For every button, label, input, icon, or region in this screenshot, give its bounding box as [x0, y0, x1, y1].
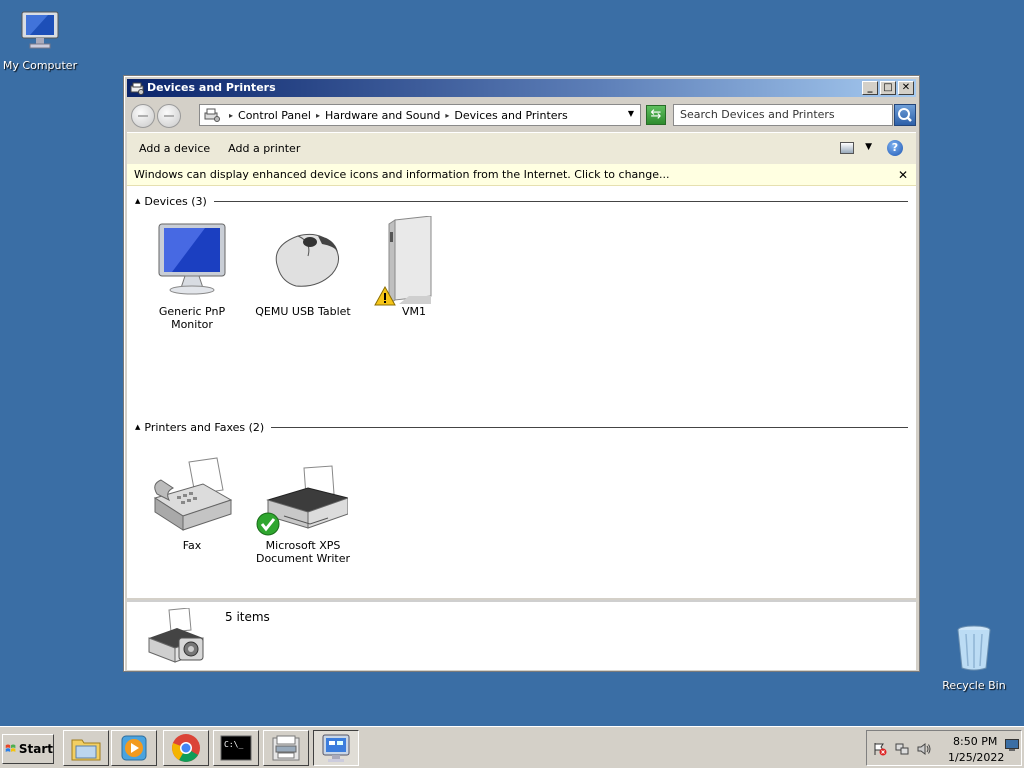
- desktop-icon-my-computer[interactable]: My Computer: [0, 10, 80, 72]
- devices-and-printers-icon: [322, 734, 350, 762]
- device-item-vm1[interactable]: VM1: [364, 215, 464, 318]
- items-view: Windows can display enhanced device icon…: [127, 164, 916, 598]
- group-header-devices[interactable]: ▲ Devices (3): [135, 194, 908, 208]
- forward-button[interactable]: [157, 104, 181, 128]
- device-name: QEMU USB Tablet: [255, 305, 351, 318]
- chevron-right-icon[interactable]: ▸: [445, 111, 449, 120]
- info-bar-text: Windows can display enhanced device icon…: [134, 168, 670, 181]
- item-count: 5 items: [225, 610, 270, 624]
- refresh-icon: ⇆: [650, 107, 662, 122]
- computer-icon: [21, 11, 59, 49]
- chevron-down-icon[interactable]: ▼: [628, 109, 634, 118]
- action-center-flag-icon[interactable]: [873, 742, 887, 756]
- desktop-icon-recycle-bin[interactable]: Recycle Bin: [934, 624, 1014, 692]
- chevron-right-icon: ▸: [229, 110, 234, 120]
- start-button[interactable]: Start: [2, 734, 54, 764]
- details-pane: 5 items: [127, 600, 916, 670]
- breadcrumb-hardware-and-sound[interactable]: Hardware and Sound: [325, 109, 440, 122]
- default-printer-check-icon: [256, 512, 280, 536]
- search-input[interactable]: Search Devices and Printers: [673, 104, 893, 126]
- network-icon[interactable]: [895, 742, 909, 756]
- command-bar: Add a device Add a printer ▼ ?: [127, 132, 916, 164]
- warning-icon: [374, 286, 396, 306]
- maximize-button[interactable]: □: [880, 81, 896, 95]
- device-name: Generic PnP Monitor: [158, 305, 226, 331]
- svg-text:C:\_: C:\_: [224, 740, 243, 749]
- info-bar[interactable]: Windows can display enhanced device icon…: [127, 164, 916, 186]
- collapse-arrow-icon[interactable]: ▲: [135, 197, 140, 205]
- window-title: Devices and Printers: [147, 81, 276, 94]
- refresh-button[interactable]: ⇆: [646, 105, 666, 125]
- command-prompt-icon: C:\_: [220, 735, 252, 761]
- windows-flag-icon: [5, 744, 16, 752]
- device-item-generic-pnp-monitor[interactable]: Generic PnP Monitor: [142, 216, 242, 331]
- media-player-icon: [121, 735, 147, 761]
- title-bar[interactable]: Devices and Printers _ □ ✕: [127, 79, 916, 97]
- clock-date[interactable]: 1/25/2022: [948, 751, 1004, 764]
- devices-printers-title-icon: [130, 82, 144, 95]
- show-desktop-icon[interactable]: [1005, 739, 1019, 751]
- collapse-arrow-icon[interactable]: ▲: [135, 423, 140, 431]
- system-tray: 8:50 PM 1/25/2022: [866, 730, 1022, 766]
- breadcrumb-devices-and-printers[interactable]: Devices and Printers: [454, 109, 567, 122]
- desktop-icon-label: My Computer: [2, 59, 78, 72]
- chrome-icon: [172, 734, 200, 762]
- printer-item-microsoft-xps-document-writer[interactable]: Microsoft XPS Document Writer: [253, 454, 353, 565]
- devices-and-printers-window: Devices and Printers _ □ ✕ ▸ Control Pan…: [123, 75, 920, 672]
- taskbar-app-file-explorer[interactable]: [63, 730, 109, 766]
- recycle-bin-icon: [957, 625, 991, 671]
- volume-icon[interactable]: [917, 742, 931, 756]
- back-button[interactable]: [131, 104, 155, 128]
- device-item-qemu-usb-tablet[interactable]: QEMU USB Tablet: [253, 216, 353, 318]
- divider: [213, 200, 908, 202]
- printer-folder-icon: [272, 735, 300, 761]
- taskbar-app-command-prompt[interactable]: C:\_: [213, 730, 259, 766]
- monitor-icon: [158, 223, 226, 295]
- search-icon: [898, 108, 912, 122]
- taskbar-app-devices-and-printers[interactable]: [313, 730, 359, 766]
- device-name: VM1: [401, 305, 426, 318]
- taskbar-app-media-player[interactable]: [111, 730, 157, 766]
- info-bar-close-icon[interactable]: ✕: [898, 164, 908, 186]
- minimize-button[interactable]: _: [862, 81, 878, 95]
- printer-name: Fax: [182, 539, 202, 552]
- change-view-icon[interactable]: [840, 142, 854, 154]
- chevron-down-icon[interactable]: ▼: [865, 142, 872, 152]
- mouse-icon: [275, 233, 339, 287]
- start-label: Start: [18, 742, 53, 756]
- printer-name: Microsoft XPS Document Writer: [255, 539, 351, 565]
- add-device-button[interactable]: Add a device: [139, 139, 210, 158]
- add-printer-button[interactable]: Add a printer: [228, 139, 300, 158]
- taskbar-app-chrome[interactable]: [163, 730, 209, 766]
- group-title: Devices (3): [144, 194, 207, 208]
- group-header-printers[interactable]: ▲ Printers and Faxes (2): [135, 420, 908, 434]
- address-bar: ▸ Control Panel ▸ Hardware and Sound ▸ D…: [127, 100, 916, 130]
- chevron-right-icon[interactable]: ▸: [316, 111, 320, 120]
- divider: [271, 426, 908, 428]
- desktop-icon-label: Recycle Bin: [942, 679, 1006, 692]
- clock-time[interactable]: 8:50 PM: [953, 735, 997, 748]
- breadcrumb[interactable]: ▸ Control Panel ▸ Hardware and Sound ▸ D…: [199, 104, 641, 126]
- control-panel-icon: [204, 108, 220, 122]
- taskbar-app-printer-folder[interactable]: [263, 730, 309, 766]
- breadcrumb-control-panel[interactable]: Control Panel: [238, 109, 311, 122]
- help-button[interactable]: ?: [887, 140, 903, 156]
- devices-and-printers-icon: [148, 608, 204, 663]
- file-explorer-icon: [71, 739, 101, 761]
- fax-icon: [153, 457, 233, 531]
- printer-item-fax[interactable]: Fax: [142, 454, 242, 552]
- group-title: Printers and Faxes (2): [144, 420, 265, 434]
- search-button[interactable]: [894, 104, 916, 126]
- close-button[interactable]: ✕: [898, 81, 914, 95]
- taskbar: Start C:\_ 8:50 PM 1/25/2022: [0, 726, 1024, 768]
